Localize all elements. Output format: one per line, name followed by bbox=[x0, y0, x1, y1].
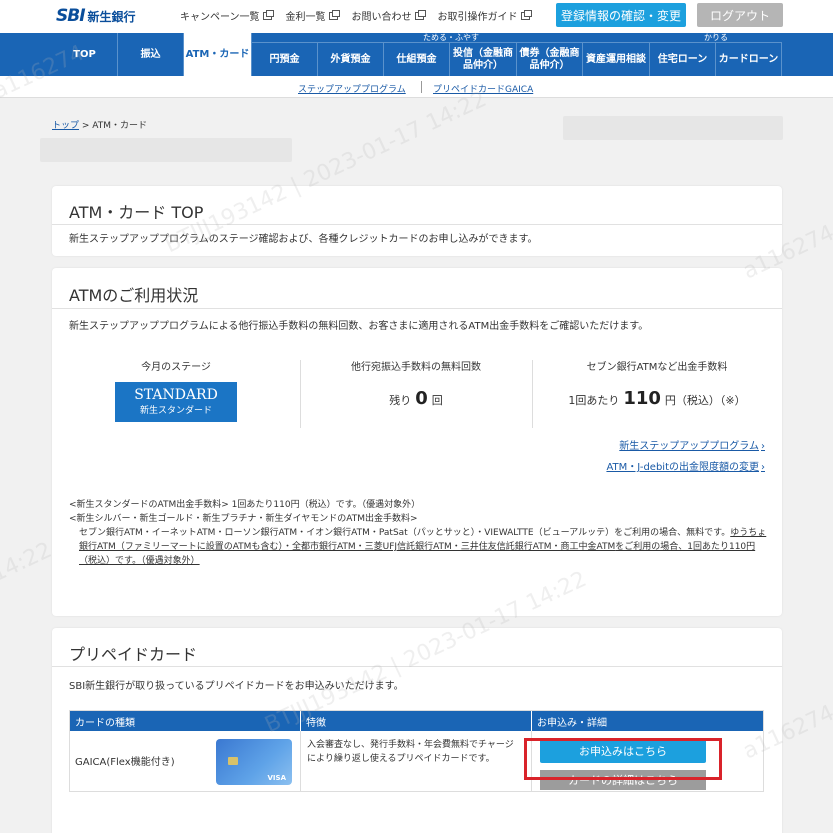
fee-notes: <新生スタンダードのATM出金手数料> 1回あたり110円（税込）です。（優遇対… bbox=[69, 498, 769, 568]
section-description: SBI新生銀行が取り扱っているプリペイドカードをお申込みいただけます。 bbox=[69, 681, 404, 692]
external-link-icon bbox=[262, 9, 274, 20]
logo-name: 新生銀行 bbox=[87, 9, 136, 24]
free-count: 0 bbox=[415, 388, 428, 409]
rates-link[interactable]: 金利一覧 bbox=[286, 8, 340, 23]
free-transfer-label: 他行宛振込手数料の無料回数 bbox=[351, 362, 481, 373]
sub-nav: ステップアッププログラム プリペイドカードGAICA bbox=[0, 76, 833, 98]
campaign-link[interactable]: キャンペーン一覧 bbox=[180, 8, 274, 23]
atm-fee-column: セブン銀行ATMなど出金手数料 1回あたり 110 円（税込）（※） bbox=[532, 358, 782, 428]
logo-sbi: SBI bbox=[56, 6, 86, 26]
nav-fx-deposit[interactable]: 外貨預金 bbox=[318, 43, 384, 76]
nav-top[interactable]: TOP bbox=[52, 33, 118, 76]
stage-badge-en: STANDARD bbox=[134, 387, 218, 403]
stage-column: 今月のステージ STANDARD 新生スタンダード bbox=[52, 358, 300, 428]
top-links: キャンペーン一覧 金利一覧 お問い合わせ お取引操作ガイド bbox=[180, 8, 532, 23]
section-title: ATM・カード TOP bbox=[69, 203, 204, 222]
contact-link[interactable]: お問い合わせ bbox=[352, 8, 426, 23]
free-transfer-value: 残り 0 回 bbox=[389, 388, 443, 409]
watermark: 14:22 bbox=[0, 537, 56, 588]
main-nav: TOP 振込 ATM・カード ためる・ふやす 円預金 外貨預金 仕組預金 投信（… bbox=[0, 33, 833, 76]
atm-card-top-section: ATM・カード TOP 新生ステップアッププログラムのステージ確認および、各種ク… bbox=[52, 186, 782, 256]
external-link-icon bbox=[328, 9, 340, 20]
card-brand: VISA bbox=[267, 774, 286, 782]
logo[interactable]: SBI 新生銀行 bbox=[56, 6, 136, 26]
stage-label: 今月のステージ bbox=[141, 362, 211, 373]
redacted-area bbox=[40, 138, 292, 162]
note-line: セブン銀行ATM・イーネットATM・ローソン銀行ATM・イオン銀行ATM・Pat… bbox=[79, 528, 767, 566]
nav-group-borrow: かりる bbox=[650, 33, 782, 43]
atm-usage-section: ATMのご利用状況 新生ステップアッププログラムによる他行振込手数料の無料回数、… bbox=[52, 268, 782, 616]
table-header: カードの種類 特徴 お申込み・詳細 bbox=[70, 711, 763, 731]
card-type-cell: GAICA(Flex機能付き) VISA bbox=[70, 731, 301, 791]
breadcrumb-home[interactable]: トップ bbox=[52, 121, 79, 131]
fee-amount: 110 bbox=[623, 388, 661, 409]
nav-investment-trust[interactable]: 投信（金融商品仲介） bbox=[450, 43, 517, 76]
gaica-card-image: VISA bbox=[216, 739, 292, 785]
logout-button[interactable]: ログアウト bbox=[697, 3, 783, 27]
stepup-program-link[interactable]: 新生ステップアッププログラム › bbox=[619, 437, 765, 452]
section-description: 新生ステップアッププログラムのステージ確認および、各種クレジットカードのお申し込… bbox=[69, 234, 538, 245]
note-line: <新生シルバー・新生ゴールド・新生プラチナ・新生ダイヤモンドのATM出金手数料> bbox=[69, 514, 418, 524]
section-title: プリペイドカード bbox=[69, 645, 198, 664]
subnav-gaica-link[interactable]: プリペイドカードGAICA bbox=[433, 82, 533, 95]
nav-housing-loan[interactable]: 住宅ローン bbox=[650, 43, 716, 76]
divider bbox=[52, 308, 782, 309]
divider bbox=[52, 666, 782, 667]
external-link-icon bbox=[520, 9, 532, 20]
prepaid-card-section: プリペイドカード SBI新生銀行が取り扱っているプリペイドカードをお申込みいただ… bbox=[52, 628, 782, 833]
breadcrumb-current: > ATM・カード bbox=[81, 121, 148, 131]
chip-icon bbox=[228, 757, 238, 765]
nav-group-save: ためる・ふやす bbox=[252, 33, 650, 43]
feature-text: 入会審査なし、発行手数料・年会費無料でチャージにより繰り返し使えるプリペイドカー… bbox=[307, 740, 514, 764]
divider bbox=[52, 224, 782, 225]
stage-badge-jp: 新生スタンダード bbox=[139, 406, 212, 416]
atm-fee-value: 1回あたり 110 円（税込）（※） bbox=[568, 388, 746, 409]
section-title: ATMのご利用状況 bbox=[69, 286, 199, 305]
highlight-box bbox=[524, 738, 722, 780]
free-transfer-column: 他行宛振込手数料の無料回数 残り 0 回 bbox=[300, 358, 532, 428]
redacted-area bbox=[563, 116, 783, 140]
subnav-separator bbox=[421, 81, 422, 93]
nav-structured-deposit[interactable]: 仕組預金 bbox=[384, 43, 450, 76]
col-header-card-type: カードの種類 bbox=[70, 711, 301, 731]
nav-atm-card[interactable]: ATM・カード bbox=[184, 33, 252, 76]
nav-asset-consult[interactable]: 資産運用相談 bbox=[583, 43, 650, 76]
external-link-icon bbox=[414, 9, 426, 20]
nav-bonds[interactable]: 債券（金融商品仲介） bbox=[517, 43, 583, 76]
feature-cell: 入会審査なし、発行手数料・年会費無料でチャージにより繰り返し使えるプリペイドカー… bbox=[301, 731, 532, 791]
nav-transfer[interactable]: 振込 bbox=[118, 33, 184, 76]
card-name: GAICA(Flex機能付き) bbox=[75, 757, 175, 768]
chevron-right-icon: › bbox=[761, 441, 765, 452]
note-line: <新生スタンダードのATM出金手数料> 1回あたり110円（税込）です。（優遇対… bbox=[69, 500, 421, 510]
register-info-button[interactable]: 登録情報の確認・変更 bbox=[556, 3, 686, 27]
chevron-right-icon: › bbox=[761, 462, 765, 473]
col-header-apply: お申込み・詳細 bbox=[537, 717, 607, 729]
withdrawal-limit-link[interactable]: ATM・J-debitの出金限度額の変更 › bbox=[606, 458, 765, 473]
section-description: 新生ステップアッププログラムによる他行振込手数料の無料回数、お客さまに適用される… bbox=[69, 321, 649, 332]
atm-fee-label: セブン銀行ATMなど出金手数料 bbox=[586, 362, 728, 373]
stage-badge: STANDARD 新生スタンダード bbox=[115, 382, 237, 422]
nav-card-loan[interactable]: カードローン bbox=[716, 43, 782, 76]
nav-yen-deposit[interactable]: 円預金 bbox=[252, 43, 318, 76]
header: SBI 新生銀行 キャンペーン一覧 金利一覧 お問い合わせ お取引操作ガイド 登… bbox=[0, 0, 833, 33]
breadcrumb: トップ > ATM・カード bbox=[52, 118, 147, 131]
subnav-stepup-link[interactable]: ステップアッププログラム bbox=[298, 82, 406, 95]
guide-link[interactable]: お取引操作ガイド bbox=[438, 8, 532, 23]
col-header-features: 特徴 bbox=[301, 711, 532, 731]
